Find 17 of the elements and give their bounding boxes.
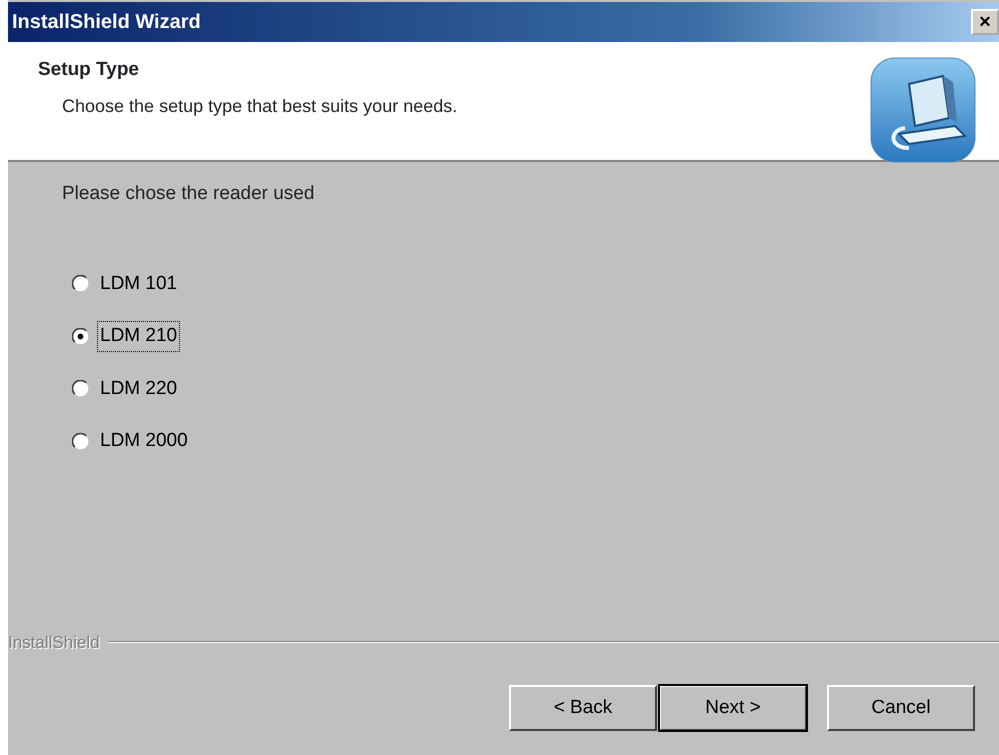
window-title: InstallShield Wizard — [12, 10, 201, 35]
computer-icon — [869, 56, 977, 164]
wizard-button[interactable]: < Back — [509, 685, 657, 731]
option-label[interactable]: LDM 220 — [97, 374, 180, 404]
option-label[interactable]: LDM 101 — [97, 268, 180, 299]
page-subtitle: Choose the setup type that best suits your needs. — [62, 94, 458, 118]
wizard-button[interactable]: Next > — [659, 685, 807, 731]
wizard-button[interactable]: Cancel — [827, 685, 975, 731]
prompt-text: Please chose the reader used — [62, 182, 316, 206]
radio-button[interactable] — [72, 328, 89, 345]
radio-button[interactable] — [72, 275, 89, 292]
radio-button[interactable] — [72, 380, 89, 398]
close-button[interactable]: × — [971, 9, 999, 35]
option-label[interactable]: LDM 2000 — [97, 426, 191, 456]
option-label[interactable]: LDM 210 — [97, 321, 180, 352]
page-title: Setup Type — [38, 58, 140, 82]
radio-button[interactable] — [72, 432, 89, 450]
